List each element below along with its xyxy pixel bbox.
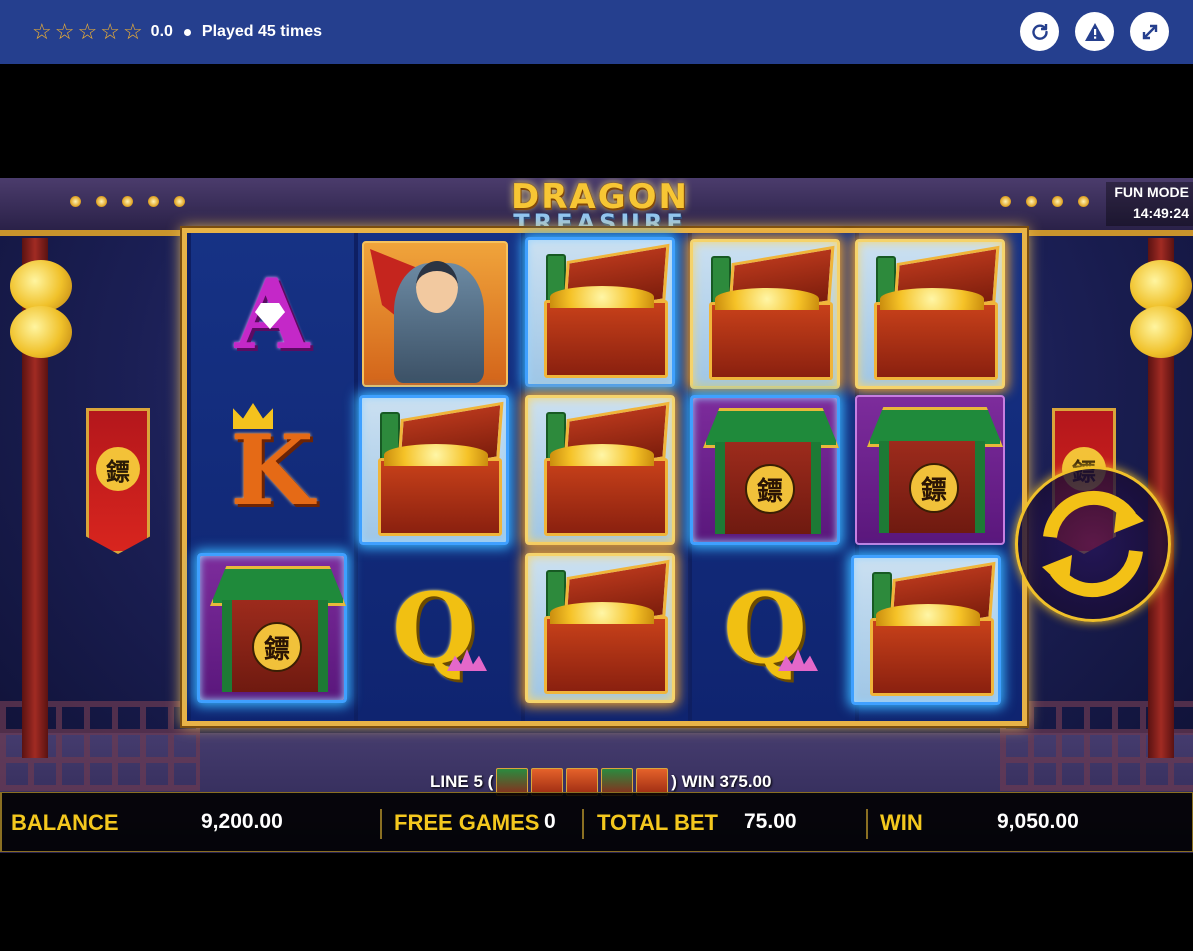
status-bar: BALANCE 9,200.00 FREE GAMES 0 TOTAL BET …: [0, 792, 1193, 852]
line-label: LINE 5 (: [430, 772, 494, 791]
star-icon[interactable]: ☆: [123, 21, 143, 43]
gold-icon: [550, 602, 654, 624]
chest-icon: [378, 458, 502, 536]
symbol-k: K: [197, 395, 347, 545]
rating-stars[interactable]: ☆ ☆ ☆ ☆ ☆: [32, 21, 143, 43]
gold-icon: [880, 288, 984, 310]
star-icon[interactable]: ☆: [77, 21, 97, 43]
mode-indicator: FUN MODE 14:49:24: [1106, 182, 1193, 226]
slot-game[interactable]: 鏢 鏢 DRAGON TREASURE FUN MODE 14:49:24 A …: [0, 178, 1193, 853]
emblem-icon: 鏢: [252, 622, 302, 672]
symbol-q: Q: [359, 553, 509, 703]
top-bar: ☆ ☆ ☆ ☆ ☆ 0.0 Played 45 times: [0, 0, 1193, 64]
symbol-chest: [855, 239, 1005, 389]
star-icon[interactable]: ☆: [100, 21, 120, 43]
symbol-a: A: [197, 239, 347, 389]
symbol-letter: Q: [392, 571, 476, 685]
symbol-chest: [525, 237, 675, 387]
emblem-icon: 鏢: [745, 464, 795, 514]
gold-icon: [384, 444, 488, 466]
gold-icon: [876, 604, 980, 626]
reload-icon: [1031, 23, 1048, 40]
divider: [582, 809, 584, 839]
symbol-chest: [851, 555, 1001, 705]
separator-dot: [183, 28, 191, 36]
symbol-temple: 鏢: [690, 395, 840, 545]
star-icon[interactable]: ☆: [55, 21, 75, 43]
gold-icon: [550, 444, 654, 466]
symbol-q: Q: [690, 553, 840, 703]
emblem-icon: 鏢: [909, 463, 959, 513]
spin-arrows-icon: [1042, 490, 1144, 598]
symbol-chest: [690, 239, 840, 389]
chest-icon: [544, 458, 668, 536]
balance-label: BALANCE: [11, 810, 119, 835]
symbol-chest: [525, 553, 675, 703]
chest-icon: [874, 302, 998, 380]
reload-button[interactable]: [1020, 12, 1059, 51]
total-bet-value[interactable]: 75.00: [744, 810, 797, 834]
fullscreen-icon: [1142, 24, 1157, 39]
warning-icon: [1084, 22, 1105, 41]
total-bet-label: TOTAL BET: [597, 810, 718, 835]
symbol-warrior: [362, 241, 508, 387]
star-icon[interactable]: ☆: [32, 21, 52, 43]
symbol-chest: [525, 395, 675, 545]
win-value: 9,050.00: [997, 810, 1079, 833]
symbol-letter: Q: [723, 571, 807, 685]
chest-icon: [709, 302, 833, 380]
chest-icon: [544, 300, 668, 378]
gold-icon: [715, 288, 819, 310]
lantern-icon: [1130, 260, 1192, 312]
lantern-icon: [1130, 306, 1192, 358]
symbol-temple: 鏢: [197, 553, 347, 703]
warrior-head-icon: [416, 261, 458, 313]
chest-icon: [870, 618, 994, 696]
clock: 14:49:24: [1132, 205, 1189, 221]
symbol-chest: [359, 395, 509, 545]
chest-icon: [544, 616, 668, 694]
symbol-temple: 鏢: [855, 395, 1005, 545]
spin-button[interactable]: [1015, 466, 1171, 622]
divider: [866, 809, 868, 839]
banner-left: 鏢: [86, 408, 150, 554]
play-count: Played 45 times: [201, 23, 322, 40]
divider: [380, 809, 382, 839]
lantern-icon: [10, 260, 72, 312]
reel-grid: A K 鏢 Q: [182, 228, 1027, 726]
game-logo: DRAGON TREASURE: [511, 178, 689, 237]
balance-value: 9,200.00: [201, 810, 283, 833]
fullscreen-button[interactable]: [1130, 12, 1169, 51]
emblem-icon: 鏢: [96, 447, 140, 491]
lantern-icon: [10, 306, 72, 358]
report-button[interactable]: [1075, 12, 1114, 51]
win-label: WIN: [880, 810, 923, 835]
mode-label: FUN MODE: [1114, 184, 1189, 200]
free-games-label: FREE GAMES: [394, 810, 540, 835]
gold-icon: [550, 286, 654, 308]
rating-value: 0.0: [150, 23, 173, 40]
line-win-amount: ) WIN 375.00: [671, 772, 772, 791]
free-games-value: 0: [544, 810, 556, 833]
